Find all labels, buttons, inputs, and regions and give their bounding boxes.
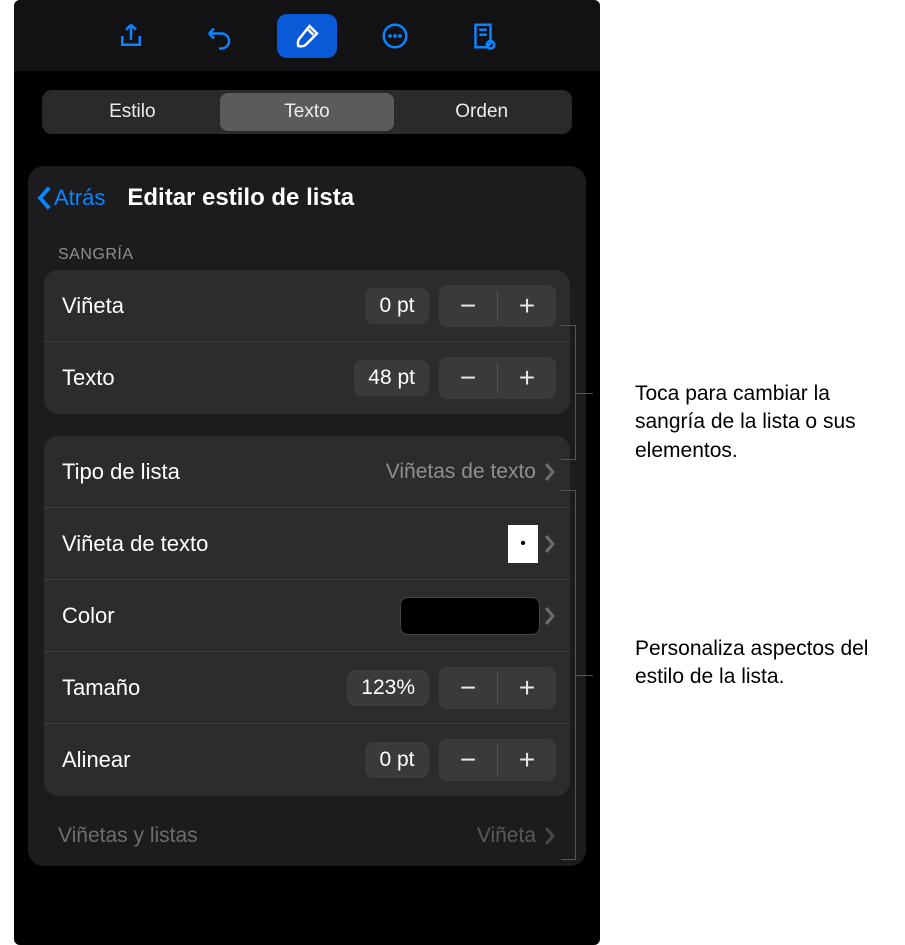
size-increment[interactable]: + [498,667,556,709]
tab-text[interactable]: Texto [220,93,395,131]
bullets-lists-label: Viñetas y listas [58,824,477,848]
align-increment[interactable]: + [498,739,556,781]
list-style-panel: Atrás Editar estilo de lista SANGRÍA Viñ… [28,166,586,866]
callout-style: Personaliza aspectos del estilo de la li… [635,635,885,692]
chevron-right-icon [544,826,556,846]
top-toolbar [14,0,600,72]
indent-text-decrement[interactable]: − [439,357,497,399]
bullets-and-lists-row[interactable]: Viñetas y listas Viñeta [28,806,586,866]
list-type-value: Viñetas de texto [386,460,536,484]
indent-text-stepper: − + [439,357,556,399]
color-swatch [400,597,540,635]
share-icon[interactable] [101,14,161,58]
chevron-right-icon [544,534,556,554]
size-stepper: − + [439,667,556,709]
format-tabs: Estilo Texto Orden [42,90,572,134]
text-bullet-row[interactable]: Viñeta de texto • [44,508,570,580]
undo-icon[interactable] [189,14,249,58]
indent-bullet-label: Viñeta [62,293,365,319]
align-row: Alinear 0 pt − + [44,724,570,796]
size-decrement[interactable]: − [439,667,497,709]
more-icon[interactable] [365,14,425,58]
indent-text-value[interactable]: 48 pt [354,360,429,396]
text-bullet-label: Viñeta de texto [62,531,508,557]
indent-text-row: Texto 48 pt − + [44,342,570,414]
indent-bullet-decrement[interactable]: − [439,285,497,327]
align-decrement[interactable]: − [439,739,497,781]
format-panel: Estilo Texto Orden Atrás Editar estilo d… [14,0,600,945]
callout-indent: Toca para cambiar la sangría de la lista… [635,380,885,465]
indent-text-label: Texto [62,365,354,391]
indent-text-increment[interactable]: + [498,357,556,399]
chevron-right-icon [544,606,556,626]
text-bullet-preview: • [508,525,538,563]
indent-bullet-stepper: − + [439,285,556,327]
notes-icon[interactable] [453,14,513,58]
align-value[interactable]: 0 pt [365,742,429,778]
indent-section-header: SANGRÍA [28,230,586,270]
tab-arrange[interactable]: Orden [394,93,569,131]
panel-title: Editar estilo de lista [109,184,572,212]
align-label: Alinear [62,747,365,773]
callout-bracket-1 [575,325,576,460]
indent-bullet-increment[interactable]: + [498,285,556,327]
brush-icon[interactable] [277,14,337,58]
color-row[interactable]: Color [44,580,570,652]
size-label: Tamaño [62,675,347,701]
chevron-right-icon [544,462,556,482]
size-value[interactable]: 123% [347,670,429,706]
indent-group: Viñeta 0 pt − + Texto 48 pt − + [44,270,570,414]
back-button[interactable]: Atrás [36,185,105,211]
size-row: Tamaño 123% − + [44,652,570,724]
align-stepper: − + [439,739,556,781]
callout-bracket-2 [575,490,576,860]
color-label: Color [62,603,400,629]
chevron-left-icon [36,185,52,211]
indent-bullet-row: Viñeta 0 pt − + [44,270,570,342]
list-style-group: Tipo de lista Viñetas de texto Viñeta de… [44,436,570,796]
list-type-label: Tipo de lista [62,459,386,485]
bullets-lists-value: Viñeta [477,824,536,848]
indent-bullet-value[interactable]: 0 pt [365,288,429,324]
tab-style[interactable]: Estilo [45,93,220,131]
list-type-row[interactable]: Tipo de lista Viñetas de texto [44,436,570,508]
back-label: Atrás [54,185,105,211]
